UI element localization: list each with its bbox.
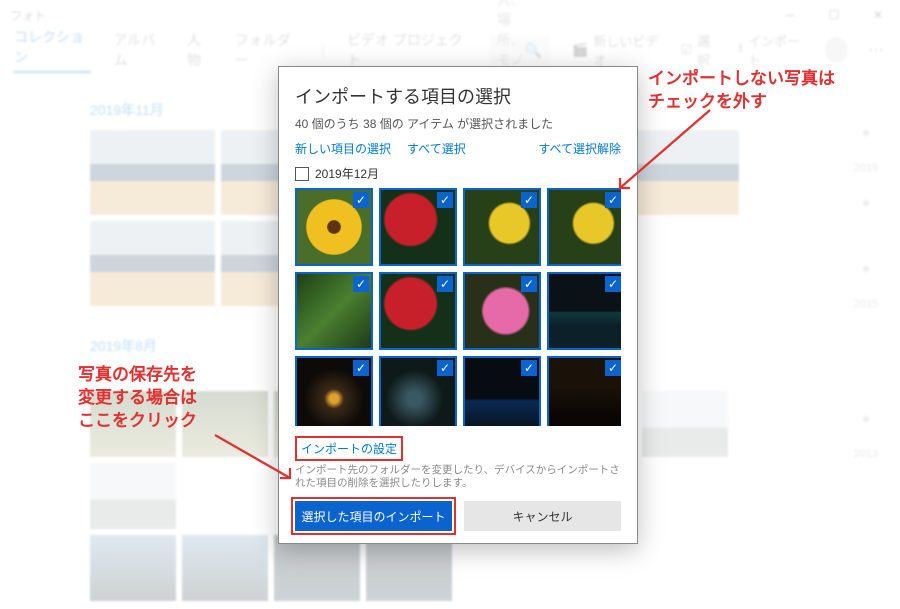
check-icon[interactable]: ✓ — [353, 360, 369, 376]
check-icon[interactable]: ✓ — [437, 360, 453, 376]
group-label: 2019年12月 — [315, 165, 379, 182]
group-header[interactable]: 2019年12月 — [295, 165, 621, 182]
check-icon[interactable]: ✓ — [437, 276, 453, 292]
import-dialog: インポートする項目の選択 40 個のうち 38 個の アイテム が選択されました… — [278, 66, 638, 544]
group-checkbox[interactable] — [295, 167, 309, 181]
link-select-all[interactable]: すべて選択 — [407, 140, 466, 157]
annotation-line: ここをクリック — [78, 410, 197, 433]
arrow-top-right — [600, 100, 720, 200]
cancel-button[interactable]: キャンセル — [464, 501, 621, 531]
import-thumb[interactable]: ✓ — [295, 188, 373, 266]
annotation-line: 変更する場合は — [78, 387, 197, 410]
check-icon[interactable]: ✓ — [605, 276, 621, 292]
import-thumb[interactable]: ✓ — [463, 272, 541, 350]
annotation-line: インポートしない写真は — [648, 68, 835, 91]
import-thumb[interactable]: ✓ — [463, 356, 541, 426]
check-icon[interactable]: ✓ — [605, 360, 621, 376]
import-selected-button[interactable]: 選択した項目のインポート — [295, 501, 452, 531]
link-select-new[interactable]: 新しい項目の選択 — [295, 140, 391, 157]
import-thumb[interactable]: ✓ — [295, 272, 373, 350]
import-settings-link[interactable]: インポートの設定 — [295, 436, 403, 461]
dialog-title: インポートする項目の選択 — [295, 83, 621, 109]
check-icon[interactable]: ✓ — [353, 276, 369, 292]
import-thumb[interactable]: ✓ — [547, 272, 621, 350]
annotation-line: 写真の保存先を — [78, 364, 197, 387]
import-thumb[interactable]: ✓ — [379, 272, 457, 350]
import-thumb[interactable]: ✓ — [547, 356, 621, 426]
check-icon[interactable]: ✓ — [353, 192, 369, 208]
check-icon[interactable]: ✓ — [437, 192, 453, 208]
annotation-left: 写真の保存先を 変更する場合は ここをクリック — [78, 364, 197, 433]
check-icon[interactable]: ✓ — [521, 192, 537, 208]
import-thumb[interactable]: ✓ — [463, 188, 541, 266]
dialog-buttons: 選択した項目のインポート キャンセル — [295, 501, 621, 531]
settings-row: インポートの設定 インポート先のフォルダーを変更したり、デバイスからインポートさ… — [295, 436, 621, 491]
import-thumb[interactable]: ✓ — [295, 356, 373, 426]
import-thumb[interactable]: ✓ — [379, 356, 457, 426]
arrow-left — [210, 430, 310, 490]
import-thumb[interactable]: ✓ — [379, 188, 457, 266]
import-settings-desc: インポート先のフォルダーを変更したり、デバイスからインポートされた項目の削除を選… — [295, 464, 621, 491]
import-grid: ✓ ✓ ✓ ✓ ✓ ✓ ✓ ✓ ✓ ✓ ✓ ✓ ✓ ✓ ✓ ✓ — [295, 188, 621, 426]
dialog-subtitle: 40 個のうち 38 個の アイテム が選択されました — [295, 115, 621, 132]
dialog-links: 新しい項目の選択 すべて選択 すべて選択解除 — [295, 140, 621, 157]
check-icon[interactable]: ✓ — [521, 360, 537, 376]
check-icon[interactable]: ✓ — [521, 276, 537, 292]
